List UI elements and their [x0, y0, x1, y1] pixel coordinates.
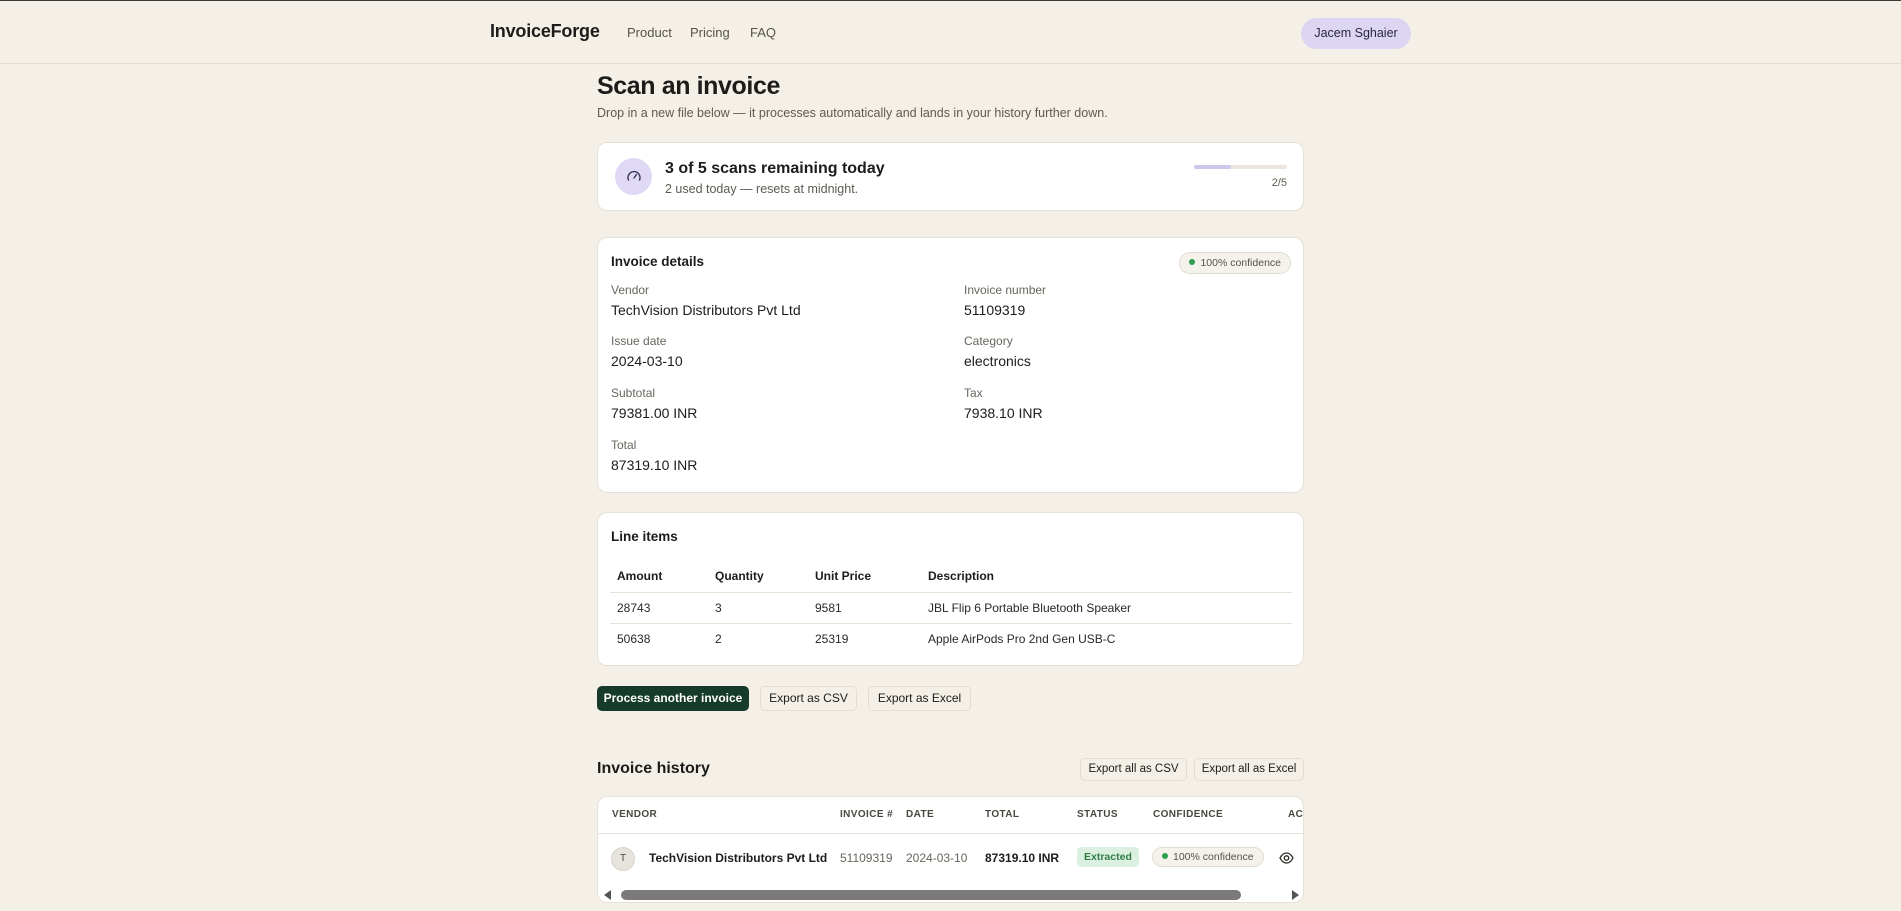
column-header-amount: Amount — [610, 560, 708, 593]
cell-invoice-number: 51109319 — [840, 851, 893, 865]
eye-icon[interactable] — [1279, 851, 1294, 869]
scan-quota-title: 3 of 5 scans remaining today — [665, 160, 885, 177]
column-header-unit-price: Unit Price — [808, 560, 921, 593]
gauge-icon — [615, 158, 652, 195]
field-vendor: Vendor TechVision Distributors Pvt Ltd — [611, 283, 801, 318]
confidence-badge: 100% confidence — [1152, 847, 1264, 867]
field-value: 51109319 — [964, 302, 1026, 318]
cell-unit-price: 9581 — [808, 592, 921, 624]
field-total: Total 87319.10 INR — [611, 438, 697, 473]
column-header-quantity: Quantity — [708, 560, 808, 593]
scan-quota-card: 3 of 5 scans remaining today 2 used toda… — [597, 142, 1304, 211]
column-header-confidence: CONFIDENCE — [1153, 809, 1224, 820]
scan-quota-subtitle: 2 used today — resets at midnight. — [665, 182, 859, 196]
cell-vendor: TechVision Distributors Pvt Ltd — [649, 851, 828, 865]
status-badge: Extracted — [1077, 847, 1139, 867]
field-value: 79381.00 INR — [611, 405, 698, 421]
process-another-button[interactable]: Process another invoice — [597, 686, 749, 711]
line-items-table: Amount Quantity Unit Price Description 2… — [610, 560, 1292, 654]
cell-quantity: 2 — [715, 631, 722, 646]
nav-link-pricing[interactable]: Pricing — [690, 25, 730, 40]
field-label: Subtotal — [611, 386, 656, 400]
cell-description: Apple AirPods Pro 2nd Gen USB-C — [928, 631, 1116, 646]
user-menu-button[interactable]: Jacem Sghaier — [1301, 18, 1411, 49]
top-nav: InvoiceForge Product Pricing FAQ Jacem S… — [0, 1, 1901, 64]
confidence-badge: 100% confidence — [1179, 252, 1291, 274]
scroll-right-arrow-icon[interactable] — [1292, 890, 1299, 900]
page-subtitle: Drop in a new file below — it processes … — [597, 106, 1108, 120]
status-dot-icon — [1189, 259, 1196, 265]
field-value: 2024-03-10 — [611, 353, 683, 369]
cell-total: 87319.10 INR — [985, 851, 1060, 865]
column-header-status: STATUS — [1077, 809, 1118, 820]
scan-quota-count: 2/5 — [1271, 177, 1287, 189]
column-header-actions: AC — [1288, 809, 1304, 820]
table-header-row: VENDOR INVOICE # DATE TOTAL STATUS CONFI… — [598, 797, 1304, 834]
field-tax: Tax 7938.10 INR — [964, 386, 1043, 421]
table-row[interactable]: T TechVision Distributors Pvt Ltd 511093… — [598, 834, 1303, 884]
nav-link-product[interactable]: Product — [627, 25, 672, 40]
line-items-title: Line items — [611, 529, 678, 544]
field-label: Total — [611, 438, 637, 452]
scan-quota-progress — [1194, 165, 1287, 169]
field-value: 87319.10 INR — [611, 457, 698, 473]
table-row: 50638 2 25319 Apple AirPods Pro 2nd Gen … — [610, 623, 1292, 654]
field-subtotal: Subtotal 79381.00 INR — [611, 386, 697, 421]
vendor-avatar: T — [611, 847, 635, 871]
export-all-excel-button[interactable]: Export all as Excel — [1194, 758, 1304, 781]
scan-quota-progress-fill — [1194, 165, 1232, 169]
field-value: 7938.10 INR — [964, 405, 1043, 421]
status-dot-icon — [1162, 853, 1168, 859]
export-excel-button[interactable]: Export as Excel — [868, 686, 971, 711]
cell-unit-price: 25319 — [815, 631, 849, 646]
brand-logo[interactable]: InvoiceForge — [490, 21, 600, 42]
invoice-details-card: Invoice details 100% confidence Vendor T… — [597, 237, 1304, 493]
cell-amount: 50638 — [617, 631, 651, 646]
column-header-vendor: VENDOR — [612, 809, 658, 820]
line-items-card: Line items Amount Quantity Unit Price De… — [597, 512, 1304, 666]
field-invoice-number: Invoice number 51109319 — [964, 283, 1046, 318]
field-category: Category electronics — [964, 334, 1031, 369]
cell-description: JBL Flip 6 Portable Bluetooth Speaker — [921, 592, 1292, 624]
nav-link-faq[interactable]: FAQ — [750, 25, 776, 40]
column-header-date: DATE — [906, 809, 935, 820]
cell-amount: 28743 — [610, 592, 708, 624]
cell-quantity: 3 — [708, 592, 808, 624]
cell-date: 2024-03-10 — [906, 851, 968, 865]
page-title: Scan an invoice — [597, 72, 780, 100]
scrollbar-thumb[interactable] — [621, 890, 1241, 900]
field-label: Vendor — [611, 283, 650, 297]
horizontal-scrollbar[interactable] — [598, 886, 1303, 902]
table-row: 28743 3 9581 JBL Flip 6 Portable Bluetoo… — [610, 592, 1292, 624]
invoice-history-table: VENDOR INVOICE # DATE TOTAL STATUS CONFI… — [597, 796, 1304, 903]
field-value: TechVision Distributors Pvt Ltd — [611, 302, 801, 318]
confidence-badge-label: 100% confidence — [1173, 851, 1254, 863]
column-header-description: Description — [921, 560, 1292, 593]
export-csv-button[interactable]: Export as CSV — [760, 686, 857, 711]
table-header-row: Amount Quantity Unit Price Description — [610, 560, 1292, 593]
field-issue-date: Issue date 2024-03-10 — [611, 334, 683, 369]
column-header-total: TOTAL — [985, 809, 1020, 820]
column-header-invoice: INVOICE # — [840, 809, 894, 820]
field-label: Issue date — [611, 334, 667, 348]
scroll-left-arrow-icon[interactable] — [604, 890, 611, 900]
invoice-history-title: Invoice history — [597, 760, 710, 777]
field-value: electronics — [964, 353, 1031, 369]
field-label: Category — [964, 334, 1013, 348]
field-label: Invoice number — [964, 283, 1047, 297]
export-all-csv-button[interactable]: Export all as CSV — [1080, 758, 1187, 781]
invoice-details-title: Invoice details — [611, 254, 705, 269]
confidence-badge-label: 100% confidence — [1200, 257, 1281, 269]
field-label: Tax — [964, 386, 983, 400]
